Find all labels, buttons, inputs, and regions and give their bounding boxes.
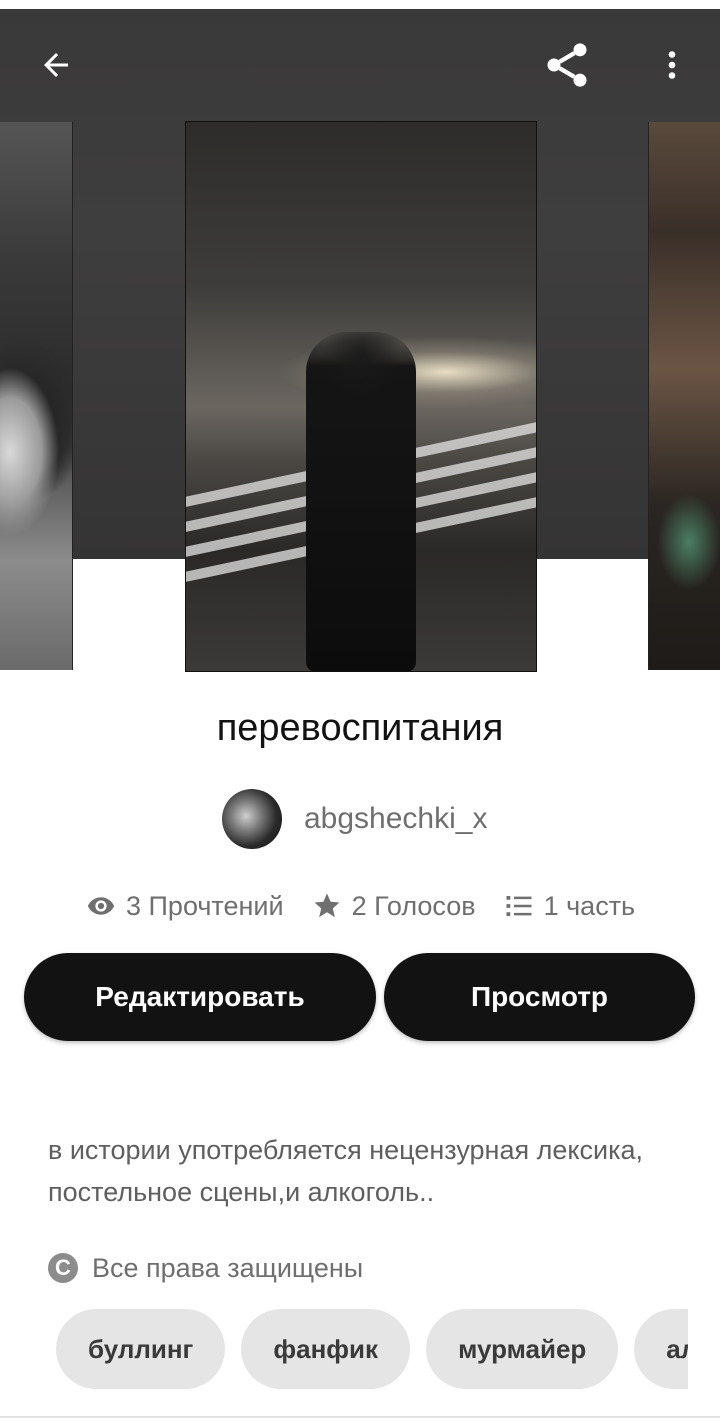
parts-stat[interactable]: 1 часть [504,891,636,922]
votes-count: 2 Голосов [351,890,476,921]
back-button[interactable] [24,33,88,97]
tags-row: буллинг фанфик мурмайер алкоголь [56,1309,688,1389]
next-cover-image[interactable] [648,122,720,670]
author-row[interactable]: abgshechki_x [222,788,487,850]
author-avatar[interactable] [222,789,282,849]
reads-stat: 3 Прочтений [86,891,284,922]
arrow-left-icon [44,53,68,77]
tags-list[interactable]: буллинг фанфик мурмайер алкоголь [56,1309,688,1389]
share-icon [547,43,587,87]
previous-cover-image[interactable] [0,122,73,670]
parts-count[interactable]: 1 часть [544,891,636,922]
story-stats: 3 Прочтений 2 Голосов 1 часть [86,884,663,928]
story-description: в истории употребляется нецензурная лекс… [48,1135,644,1207]
tag-chip[interactable]: фанфик [241,1309,411,1389]
copyright-row: C Все права защищены [48,1248,363,1288]
share-button[interactable] [535,33,599,97]
tag-chip[interactable]: буллинг [56,1309,226,1389]
top-app-bar [0,9,720,121]
status-bar [0,0,720,9]
view-button[interactable]: Просмотр [384,953,695,1041]
edit-button[interactable]: Редактировать [24,953,376,1041]
author-name[interactable]: abgshechki_x [304,802,487,836]
cover-figure [306,332,416,671]
bottom-divider [0,1416,720,1418]
tag-chip[interactable]: алкоголь [634,1309,688,1389]
votes-stat: 2 Голосов [312,891,476,922]
more-options-button[interactable] [640,33,704,97]
list-icon [506,896,532,916]
story-cover-image[interactable] [185,121,537,672]
eye-icon [87,897,115,915]
story-title: перевоспитания [216,707,504,749]
tag-chip[interactable]: мурмайер [426,1309,619,1389]
more-vertical-icon [668,51,676,79]
star-icon [314,893,340,918]
copyright-text: Все права защищены [92,1252,364,1283]
copyright-icon: C [48,1253,78,1283]
reads-count: 3 Прочтений [126,890,284,921]
